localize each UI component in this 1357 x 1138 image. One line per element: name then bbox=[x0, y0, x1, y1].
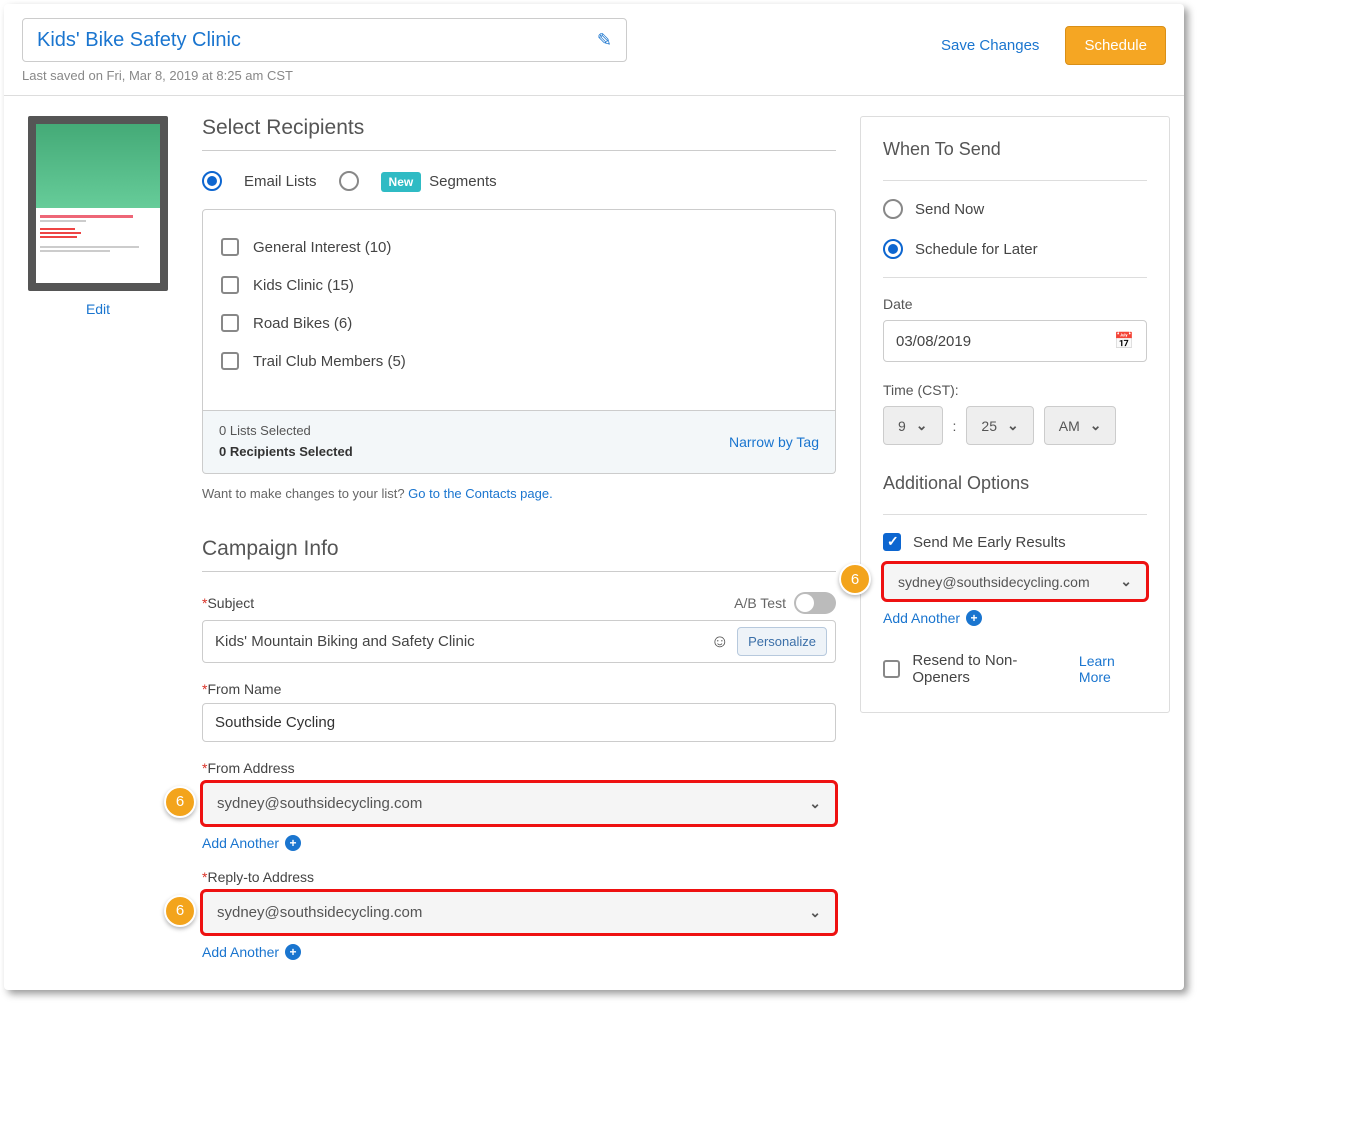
last-saved-text: Last saved on Fri, Mar 8, 2019 at 8:25 a… bbox=[22, 68, 627, 83]
plus-circle-icon: + bbox=[966, 610, 982, 626]
learn-more-link[interactable]: Learn More bbox=[1079, 653, 1147, 685]
schedule-later-label: Schedule for Later bbox=[915, 241, 1038, 258]
chevron-down-icon: ⌄ bbox=[809, 795, 821, 812]
list-checkbox[interactable] bbox=[221, 238, 239, 256]
email-preview-thumbnail[interactable] bbox=[28, 116, 168, 291]
personalize-button[interactable]: Personalize bbox=[737, 627, 827, 656]
list-selection-footer: 0 Lists Selected 0 Recipients Selected N… bbox=[202, 411, 836, 474]
early-results-email-value: sydney@southsidecycling.com bbox=[898, 574, 1090, 590]
chevron-down-icon: ⌄ bbox=[809, 904, 821, 921]
new-badge: New bbox=[381, 172, 422, 192]
date-input[interactable]: 03/08/2019 📅 bbox=[883, 320, 1147, 362]
send-now-label: Send Now bbox=[915, 201, 984, 218]
from-name-input[interactable] bbox=[202, 703, 836, 742]
list-checkbox[interactable] bbox=[221, 314, 239, 332]
recipients-selected-count: 0 Recipients Selected bbox=[219, 442, 353, 463]
segments-label: Segments bbox=[429, 173, 497, 190]
subject-value: Kids' Mountain Biking and Safety Clinic bbox=[215, 633, 703, 650]
add-another-from-link[interactable]: Add Another + bbox=[202, 835, 301, 851]
list-label: Trail Club Members (5) bbox=[253, 353, 406, 370]
time-label: Time (CST): bbox=[883, 382, 1147, 398]
plus-circle-icon: + bbox=[285, 944, 301, 960]
resend-checkbox[interactable] bbox=[883, 660, 900, 678]
when-to-send-panel: When To Send Send Now Schedule for Later… bbox=[860, 116, 1170, 713]
reply-address-select[interactable]: sydney@southsidecycling.com ⌄ bbox=[202, 891, 836, 934]
chevron-down-icon: ⌄ bbox=[1090, 417, 1102, 434]
emoji-icon[interactable]: ☺ bbox=[711, 631, 729, 652]
schedule-button[interactable]: Schedule bbox=[1065, 26, 1166, 65]
ampm-select[interactable]: AM⌄ bbox=[1044, 406, 1117, 445]
contacts-page-link[interactable]: Go to the Contacts page. bbox=[408, 486, 553, 501]
ab-test-label: A/B Test bbox=[734, 595, 786, 611]
step-marker-6: 6 bbox=[164, 786, 196, 818]
ab-test-toggle[interactable] bbox=[794, 592, 836, 614]
list-item[interactable]: General Interest (10) bbox=[221, 228, 817, 266]
from-name-label: From Name bbox=[207, 681, 281, 697]
resend-label: Resend to Non-Openers bbox=[912, 652, 1067, 686]
list-label: Kids Clinic (15) bbox=[253, 277, 354, 294]
list-item[interactable]: Road Bikes (6) bbox=[221, 304, 817, 342]
plus-circle-icon: + bbox=[285, 835, 301, 851]
select-recipients-heading: Select Recipients bbox=[202, 116, 836, 140]
list-checkbox[interactable] bbox=[221, 276, 239, 294]
chevron-down-icon: ⌄ bbox=[1007, 417, 1019, 434]
contacts-helper-text: Want to make changes to your list? Go to… bbox=[202, 486, 836, 501]
chevron-down-icon: ⌄ bbox=[916, 417, 928, 434]
add-another-reply-link[interactable]: Add Another + bbox=[202, 944, 301, 960]
from-address-value: sydney@southsidecycling.com bbox=[217, 795, 422, 812]
list-item[interactable]: Kids Clinic (15) bbox=[221, 266, 817, 304]
early-results-checkbox[interactable] bbox=[883, 533, 901, 551]
additional-options-heading: Additional Options bbox=[883, 473, 1147, 494]
send-now-radio[interactable] bbox=[883, 199, 903, 219]
calendar-icon: 📅 bbox=[1114, 331, 1134, 351]
email-lists-label: Email Lists bbox=[244, 173, 317, 190]
when-to-send-heading: When To Send bbox=[883, 139, 1147, 160]
list-checkbox[interactable] bbox=[221, 352, 239, 370]
save-changes-link[interactable]: Save Changes bbox=[941, 37, 1039, 54]
campaign-info-heading: Campaign Info bbox=[202, 537, 836, 561]
segments-radio[interactable] bbox=[339, 171, 359, 191]
reply-address-label: Reply-to Address bbox=[207, 869, 314, 885]
from-address-label: From Address bbox=[207, 760, 294, 776]
hour-select[interactable]: 9⌄ bbox=[883, 406, 943, 445]
list-label: General Interest (10) bbox=[253, 239, 391, 256]
minute-select[interactable]: 25⌄ bbox=[966, 406, 1033, 445]
chevron-down-icon: ⌄ bbox=[1120, 573, 1132, 590]
campaign-title-text: Kids' Bike Safety Clinic bbox=[37, 29, 241, 52]
date-value: 03/08/2019 bbox=[896, 333, 971, 350]
add-another-early-link[interactable]: Add Another + bbox=[883, 610, 982, 626]
schedule-later-radio[interactable] bbox=[883, 239, 903, 259]
date-label: Date bbox=[883, 296, 1147, 312]
email-lists-box: General Interest (10) Kids Clinic (15) R… bbox=[202, 209, 836, 411]
edit-preview-link[interactable]: Edit bbox=[86, 301, 110, 317]
email-lists-radio[interactable] bbox=[202, 171, 222, 191]
list-label: Road Bikes (6) bbox=[253, 315, 352, 332]
lists-selected-count: 0 Lists Selected bbox=[219, 421, 353, 442]
reply-address-value: sydney@southsidecycling.com bbox=[217, 904, 422, 921]
step-marker-6: 6 bbox=[839, 563, 871, 595]
early-results-email-select[interactable]: sydney@southsidecycling.com ⌄ bbox=[883, 563, 1147, 600]
list-item[interactable]: Trail Club Members (5) bbox=[221, 342, 817, 380]
from-address-select[interactable]: sydney@southsidecycling.com ⌄ bbox=[202, 782, 836, 825]
subject-label: Subject bbox=[207, 595, 254, 611]
early-results-label: Send Me Early Results bbox=[913, 534, 1066, 551]
step-marker-6: 6 bbox=[164, 895, 196, 927]
subject-input[interactable]: Kids' Mountain Biking and Safety Clinic … bbox=[202, 620, 836, 663]
campaign-title-input[interactable]: Kids' Bike Safety Clinic ✎ bbox=[22, 18, 627, 62]
narrow-by-tag-link[interactable]: Narrow by Tag bbox=[729, 434, 819, 450]
pencil-icon[interactable]: ✎ bbox=[597, 30, 612, 51]
